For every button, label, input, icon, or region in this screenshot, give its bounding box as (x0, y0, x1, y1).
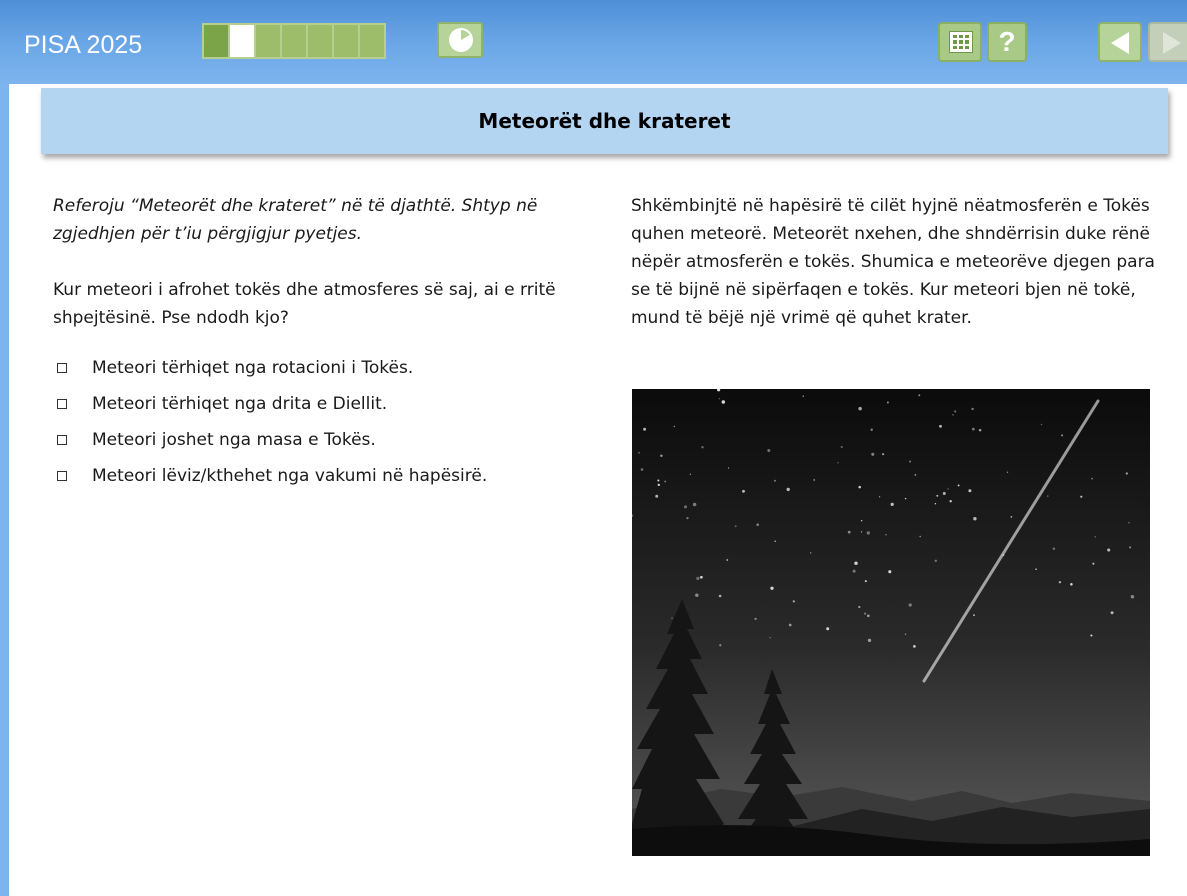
checkbox[interactable] (57, 435, 67, 445)
app-title: PISA 2025 (24, 31, 143, 59)
progress-segment (360, 25, 384, 57)
top-bar: PISA 2025 ? (0, 0, 1187, 84)
unit-title: Meteorët dhe krateret (478, 109, 731, 133)
question-prompt: Kur meteori i afrohet tokës dhe atmosfer… (53, 280, 556, 328)
help-icon: ? (998, 26, 1016, 57)
progress-segment (256, 25, 280, 57)
question-panel: Referoju “Meteorët dhe krateret” në të d… (53, 192, 583, 494)
checkbox[interactable] (57, 399, 67, 409)
unit-title-banner: Meteorët dhe krateret (41, 88, 1168, 154)
progress-segment (308, 25, 332, 57)
answer-option[interactable]: Meteori lëviz/kthehet nga vakumi në hapë… (53, 458, 583, 494)
next-button[interactable] (1148, 22, 1187, 62)
checkbox[interactable] (57, 363, 67, 373)
answer-option-label: Meteori tërhiqet nga rotacioni i Tokës. (92, 358, 414, 378)
stimulus-text: Shkëmbinjtë në hapësirë të cilët hyjnë n… (631, 196, 1155, 328)
progress-segment (204, 25, 228, 57)
help-button[interactable]: ? (987, 22, 1027, 62)
left-edge-bar (0, 84, 9, 896)
question-instruction: Referoju “Meteorët dhe krateret” në të d… (53, 196, 538, 244)
answer-options: Meteori tërhiqet nga rotacioni i Tokës. … (53, 350, 583, 494)
timer-button[interactable] (437, 22, 483, 58)
clock-icon (449, 28, 473, 52)
progress-bar (202, 23, 386, 59)
answer-option[interactable]: Meteori joshet nga masa e Tokës. (53, 422, 583, 458)
answer-option-label: Meteori joshet nga masa e Tokës. (92, 430, 376, 450)
back-button[interactable] (1098, 22, 1142, 62)
meteor-night-sky-image (632, 389, 1150, 856)
checkbox[interactable] (57, 471, 67, 481)
progress-segment-current (230, 25, 254, 57)
calculator-icon (949, 31, 973, 53)
progress-segment (334, 25, 358, 57)
answer-option-label: Meteori lëviz/kthehet nga vakumi në hapë… (92, 466, 488, 486)
progress-segment (282, 25, 306, 57)
calculator-button[interactable] (938, 22, 982, 62)
answer-option-label: Meteori tërhiqet nga drita e Diellit. (92, 394, 388, 414)
answer-option[interactable]: Meteori tërhiqet nga drita e Diellit. (53, 386, 583, 422)
answer-option[interactable]: Meteori tërhiqet nga rotacioni i Tokës. (53, 350, 583, 386)
